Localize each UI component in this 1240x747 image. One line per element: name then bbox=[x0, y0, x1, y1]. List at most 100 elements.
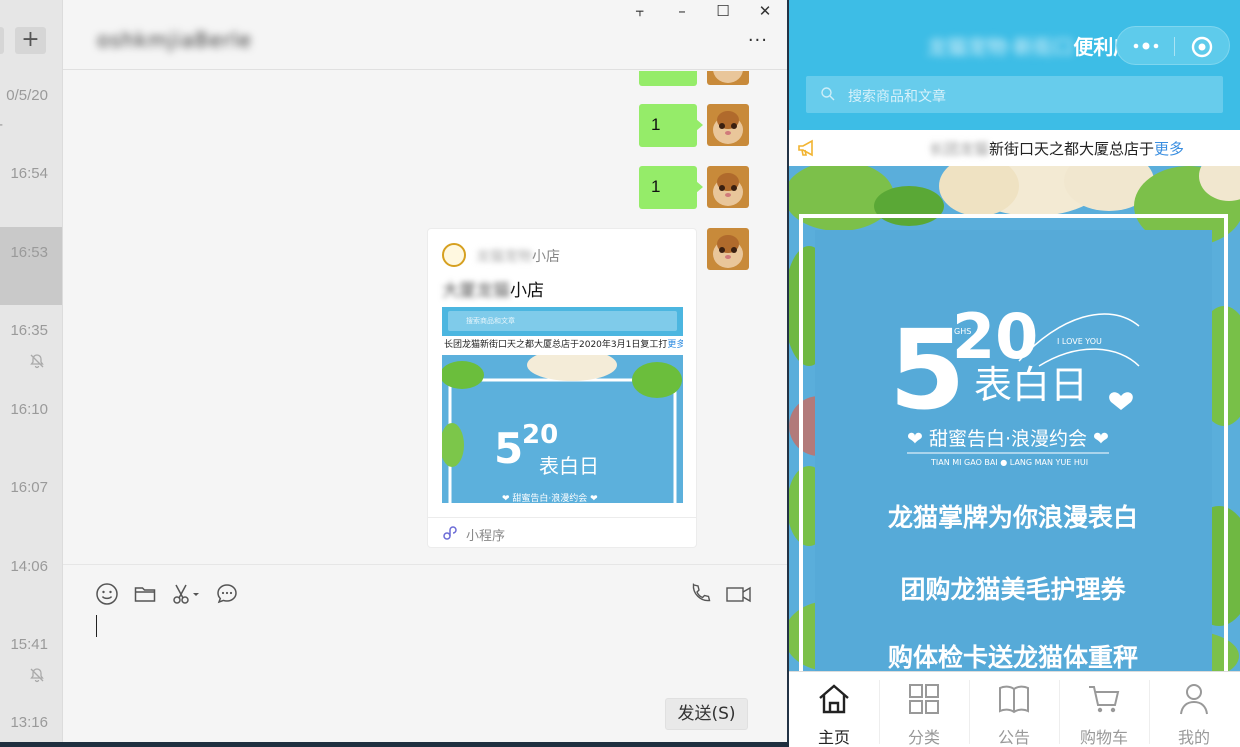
chat-history-icon[interactable] bbox=[215, 582, 239, 606]
conversation-item[interactable]: 16:10 bbox=[0, 384, 62, 462]
home-icon bbox=[819, 684, 849, 714]
banner-subtitle: ❤ 甜蜜告白·浪漫约会 ❤ bbox=[907, 428, 1109, 450]
mini-program-window: 龙猫宠物·新街口便利店 搜索商品和文章 长团龙猫新街口天之都大厦总店于更多 5 … bbox=[789, 0, 1240, 747]
tab-profile[interactable]: 我的 bbox=[1149, 672, 1239, 747]
tab-notice-label: 公告 bbox=[997, 728, 1030, 747]
screen: + 0/5/20 - 16:54 16:53 16:35 16:10 16:07… bbox=[0, 0, 1240, 747]
conversation-item[interactable]: 16:35 bbox=[0, 305, 62, 383]
conversation-item[interactable]: 15:41 bbox=[0, 619, 62, 697]
conversation-time: 16:54 bbox=[10, 165, 48, 182]
notice-more-link[interactable]: 更多 bbox=[1154, 140, 1184, 158]
mini-card-title: 大厦龙猫小店 bbox=[442, 276, 544, 301]
mute-bell-icon bbox=[30, 354, 44, 369]
conversation-time: 15:41 bbox=[10, 636, 48, 653]
blurred-text: 长团龙猫 bbox=[929, 140, 990, 158]
tab-category[interactable]: 分类 bbox=[879, 672, 969, 747]
svg-text:❤ 甜蜜告白·浪漫约会 ❤: ❤ 甜蜜告白·浪漫约会 ❤ bbox=[502, 492, 598, 503]
avatar[interactable] bbox=[707, 104, 749, 146]
conversation-time: 13:16 bbox=[10, 714, 48, 731]
folder-icon[interactable] bbox=[133, 582, 157, 606]
preview-notice-more: 更多 bbox=[667, 340, 683, 350]
voice-call-icon[interactable] bbox=[689, 582, 713, 606]
banner-line-1: 龙猫掌牌为你浪漫表白 bbox=[888, 503, 1138, 532]
promo-banner[interactable]: 5 20 GHS I LOVE YOU 表白日 ❤ 甜蜜告白·浪漫约会 ❤ TI… bbox=[789, 166, 1240, 671]
emoji-icon[interactable] bbox=[95, 582, 119, 606]
conversation-item[interactable]: 16:54 bbox=[0, 148, 62, 226]
preview-search-bar: 搜索商品和文章 bbox=[442, 307, 683, 336]
tab-home[interactable]: 主页 bbox=[789, 672, 879, 747]
avatar[interactable] bbox=[707, 71, 749, 85]
tab-notice[interactable]: 公告 bbox=[969, 672, 1059, 747]
more-options-button[interactable]: ··· bbox=[748, 30, 768, 51]
avatar[interactable] bbox=[707, 228, 749, 270]
message-bubble[interactable] bbox=[639, 71, 697, 86]
conversation-list: + 0/5/20 - 16:54 16:53 16:35 16:10 16:07… bbox=[0, 0, 62, 742]
cart-icon bbox=[1089, 686, 1120, 713]
capsule-separator bbox=[1174, 37, 1175, 56]
mini-card-footer: 小程序 bbox=[428, 517, 696, 548]
mini-card-shop-name: 龙猫宠物小店 bbox=[476, 246, 560, 266]
mini-card-preview: 搜索商品和文章 长团龙猫新街口天之都大厦总店于2020年3月1日复工打更多 5 bbox=[442, 307, 683, 503]
banner-pinyin: TIAN MI GAO BAI ● LANG MAN YUE HUI bbox=[930, 458, 1088, 467]
conversation-item[interactable]: 14:06 bbox=[0, 541, 62, 619]
search-box-edge[interactable] bbox=[0, 27, 4, 54]
capsule-menu bbox=[1116, 26, 1230, 65]
screenshot-scissors-icon[interactable] bbox=[171, 582, 201, 606]
avatar[interactable] bbox=[707, 166, 749, 208]
close-button[interactable]: ✕ bbox=[753, 2, 777, 22]
mini-program-navbar: 龙猫宠物·新街口便利店 搜索商品和文章 bbox=[789, 0, 1240, 130]
taskbar-edge bbox=[0, 742, 789, 747]
conversation-list-topbar: + bbox=[0, 0, 62, 70]
search-input[interactable]: 搜索商品和文章 bbox=[806, 76, 1223, 113]
input-area[interactable]: 发送(S) bbox=[63, 564, 788, 742]
shop-name-suffix: 小店 bbox=[532, 249, 560, 265]
blurred-text: 龙猫宠物·新街口 bbox=[927, 35, 1074, 59]
megaphone-icon bbox=[798, 139, 813, 157]
svg-text:5: 5 bbox=[494, 424, 523, 473]
conversation-time: 16:35 bbox=[10, 322, 48, 339]
mini-program-title: 龙猫宠物·新街口便利店 bbox=[927, 31, 1133, 60]
conversation-item[interactable]: 16:07 bbox=[0, 462, 62, 540]
close-target-icon[interactable] bbox=[1190, 35, 1214, 59]
send-button[interactable]: 发送(S) bbox=[665, 698, 748, 730]
blurred-text: 大厦龙猫 bbox=[442, 281, 510, 301]
shop-logo-icon bbox=[442, 243, 466, 267]
pin-button[interactable]: ⫟ bbox=[628, 2, 652, 22]
conversation-item[interactable]: 0/5/20 - bbox=[0, 70, 62, 148]
conversation-time: 16:10 bbox=[10, 401, 48, 418]
book-icon bbox=[999, 685, 1029, 714]
video-call-icon[interactable] bbox=[726, 582, 752, 606]
more-dots-icon[interactable] bbox=[1131, 37, 1161, 55]
conversation-time: 16:53 bbox=[10, 244, 48, 261]
conversation-time: 14:06 bbox=[10, 558, 48, 575]
preview-notice: 长团龙猫新街口天之都大厦总店于2020年3月1日复工打更多 bbox=[442, 336, 683, 355]
svg-text:表白日: 表白日 bbox=[539, 454, 599, 478]
notice-text-visible: 新街口天之都大厦总店于 bbox=[989, 140, 1155, 158]
add-chat-button[interactable]: + bbox=[15, 27, 46, 54]
banner-love: I LOVE YOU bbox=[1057, 337, 1102, 346]
mini-program-icon bbox=[443, 526, 457, 540]
title-suffix: 小店 bbox=[510, 281, 544, 301]
preview-notice-text: 长团龙猫新街口天之都大厦总店于2020年3月1日复工打 bbox=[444, 340, 668, 350]
maximize-button[interactable]: ☐ bbox=[711, 2, 735, 22]
conversation-preview: - bbox=[0, 117, 3, 133]
notice-bar[interactable]: 长团龙猫新街口天之都大厦总店于更多 bbox=[789, 130, 1240, 166]
banner-line-3: 购体检卡送龙猫体重秤 bbox=[888, 643, 1138, 671]
tab-cart[interactable]: 购物车 bbox=[1059, 672, 1149, 747]
conversation-item[interactable]: 13:16 bbox=[0, 697, 62, 742]
mute-bell-icon bbox=[30, 668, 44, 683]
mini-program-card[interactable]: 龙猫宠物小店 大厦龙猫小店 搜索商品和文章 长团龙猫新街口天之都大厦总店于202… bbox=[427, 228, 697, 548]
minimize-button[interactable]: – bbox=[670, 2, 694, 22]
preview-banner-image: 5 20 表白日 ❤ 甜蜜告白·浪漫约会 ❤ bbox=[442, 349, 683, 503]
tab-home-label: 主页 bbox=[817, 728, 850, 747]
chat-window: oshkmjiaBerle ⫟ – ☐ ✕ ··· 1 1 龙猫宠物小店 大厦龙… bbox=[62, 0, 788, 742]
message-bubble[interactable]: 1 bbox=[639, 104, 703, 147]
blurred-text: 龙猫宠物 bbox=[476, 249, 532, 265]
message-list[interactable]: 1 1 龙猫宠物小店 大厦龙猫小店 搜索商品和文章 长团龙猫新街口天之都大厦总店… bbox=[63, 71, 788, 564]
message-bubble[interactable]: 1 bbox=[639, 166, 703, 209]
conversation-date: 0/5/20 bbox=[6, 87, 48, 104]
bottom-tab-bar: 主页 分类 公告 购物车 我的 bbox=[789, 671, 1240, 747]
conversation-item-selected[interactable]: 16:53 bbox=[0, 227, 62, 305]
grid-icon bbox=[909, 684, 939, 714]
mini-program-label: 小程序 bbox=[466, 529, 506, 544]
